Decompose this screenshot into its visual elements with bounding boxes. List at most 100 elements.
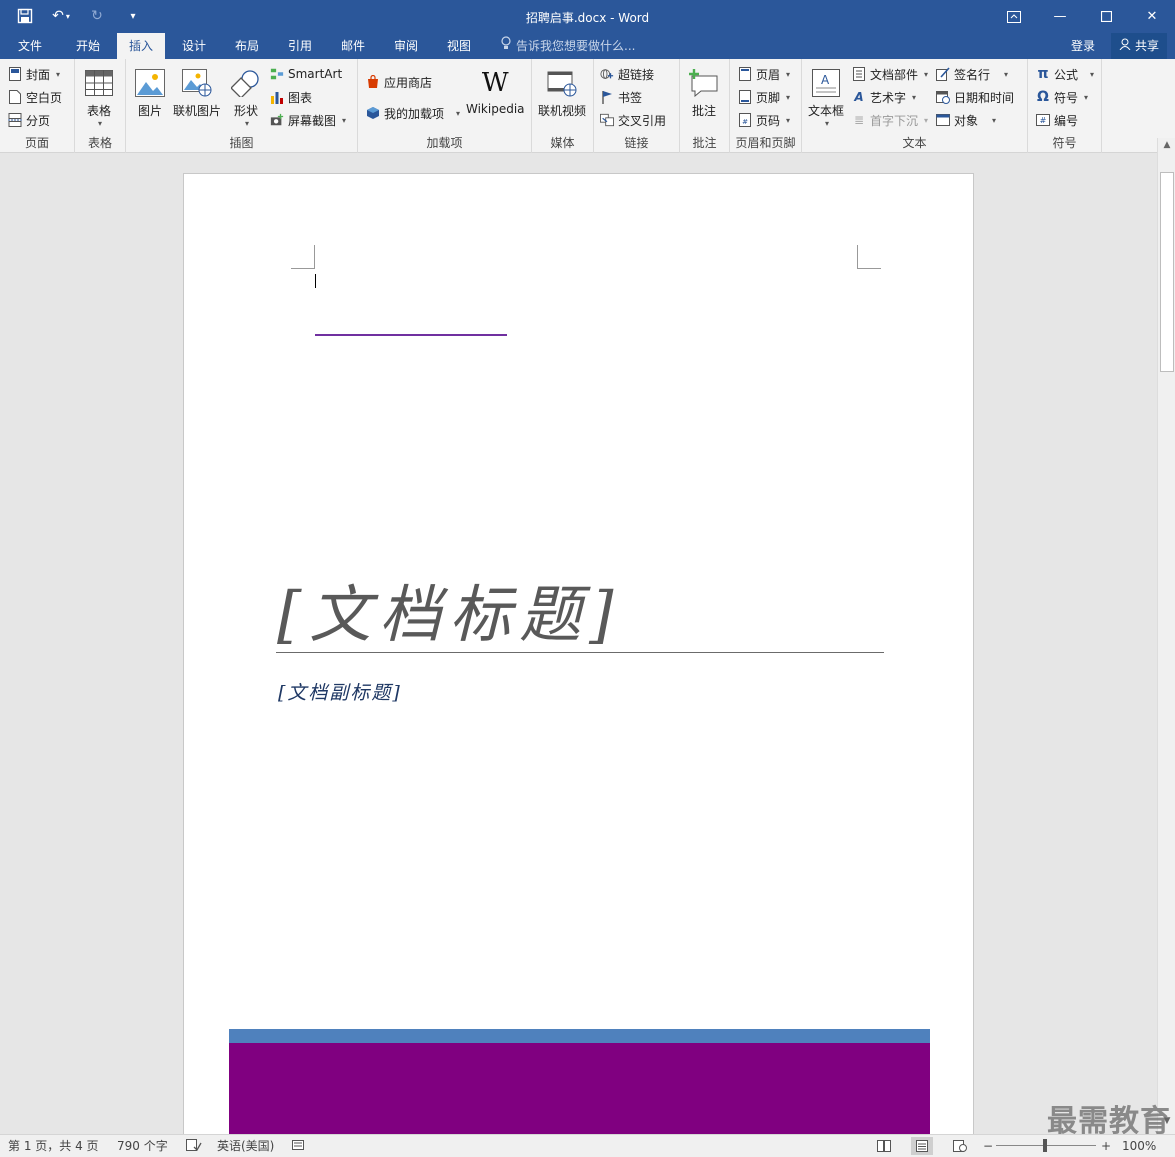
picture-button[interactable]: 图片 [134, 67, 166, 119]
hyperlink-icon [600, 67, 614, 81]
group-illustrations: 图片 联机图片 形状 ▾ SmartArt 图表 屏幕截图 ▾ 插图 [126, 59, 358, 153]
blank-page-button[interactable]: 空白页 [8, 87, 62, 107]
title-bar: ↶ ▾ ↻ ▾ 招聘启事.docx - Word — ✕ [0, 0, 1175, 33]
group-label-tables: 表格 [87, 136, 112, 150]
quick-parts-button[interactable]: 文档部件 ▾ [852, 64, 928, 84]
tell-me-text: 告诉我您想要做什么... [516, 39, 636, 53]
web-layout-icon[interactable] [949, 1137, 971, 1155]
table-icon [83, 67, 115, 99]
maximize-icon[interactable] [1083, 0, 1129, 33]
footer-button[interactable]: 页脚 ▾ [738, 87, 790, 107]
chart-button[interactable]: 图表 [270, 87, 312, 107]
proofing-icon[interactable] [186, 1138, 202, 1154]
omega-icon: Ω [1037, 89, 1049, 105]
close-icon[interactable]: ✕ [1129, 0, 1175, 33]
textbox-button[interactable]: A 文本框 ▾ [808, 67, 844, 128]
group-label-media: 媒体 [550, 136, 575, 150]
smartart-button[interactable]: SmartArt [270, 64, 342, 84]
date-time-button[interactable]: 日期和时间 [936, 87, 1014, 107]
hyperlink-button[interactable]: 超链接 [600, 64, 654, 84]
group-label-comments: 批注 [692, 136, 717, 150]
login-link[interactable]: 登录 [1071, 33, 1095, 59]
macro-record-icon[interactable] [292, 1138, 306, 1154]
my-addins-button[interactable]: 我的加载项 ▾ [366, 103, 460, 123]
status-bar: 第 1 页，共 4 页 790 个字 英语(美国) − + 100% [0, 1134, 1175, 1157]
group-pages: 封面 ▾ 空白页 分页 页面 [0, 59, 75, 153]
number-button[interactable]: # 编号 [1036, 110, 1078, 130]
header-button[interactable]: 页眉 ▾ [738, 64, 790, 84]
print-layout-icon[interactable] [911, 1137, 933, 1155]
page-number-button[interactable]: # 页码 ▾ [738, 110, 790, 130]
zoom-level[interactable]: 100% [1122, 1138, 1156, 1154]
read-mode-icon[interactable] [873, 1137, 895, 1155]
window-controls: — ✕ [991, 0, 1175, 33]
document-subtitle-placeholder[interactable]: [文档副标题] [278, 678, 402, 705]
tab-file[interactable]: 文件 [6, 33, 54, 59]
language[interactable]: 英语(美国) [217, 1138, 274, 1154]
drop-cap-button[interactable]: ≣ 首字下沉 ▾ [852, 110, 928, 130]
screenshot-icon [270, 113, 284, 127]
online-picture-button[interactable]: 联机图片 [173, 67, 221, 119]
title-underline [276, 652, 884, 653]
wordart-icon: A [854, 90, 864, 104]
page-break-button[interactable]: 分页 [8, 110, 50, 130]
tab-home[interactable]: 开始 [64, 33, 112, 59]
wordart-button[interactable]: A 艺术字 ▾ [852, 87, 916, 107]
shapes-icon [230, 67, 262, 99]
symbol-button[interactable]: Ω 符号 ▾ [1036, 87, 1088, 107]
ribbon-display-options-icon[interactable] [991, 0, 1037, 33]
document-page[interactable]: [文档标题] [文档副标题] [183, 173, 974, 1134]
table-button[interactable]: 表格 ▾ [83, 67, 115, 128]
zoom-out-button[interactable]: − [983, 1138, 993, 1154]
person-icon [1119, 33, 1131, 59]
scrollbar-thumb[interactable] [1160, 172, 1174, 372]
minimize-icon[interactable]: — [1037, 0, 1083, 33]
tab-review[interactable]: 审阅 [382, 33, 430, 59]
vertical-scrollbar[interactable]: ▲ ▼ [1157, 138, 1175, 1134]
signature-line-button[interactable]: 签名行 ▾ [936, 64, 1008, 84]
scroll-up-icon[interactable]: ▲ [1158, 140, 1175, 156]
equation-button[interactable]: π 公式 ▾ [1036, 64, 1094, 84]
tab-design[interactable]: 设计 [170, 33, 218, 59]
zoom-slider-thumb[interactable] [1043, 1139, 1047, 1152]
share-label: 共享 [1134, 39, 1159, 53]
shapes-button[interactable]: 形状 ▾ [230, 67, 262, 128]
chevron-down-icon: ▾ [825, 119, 830, 128]
group-label-addins: 加载项 [426, 136, 463, 150]
screenshot-button[interactable]: 屏幕截图 ▾ [270, 110, 346, 130]
margin-corner-top-right [857, 245, 881, 269]
wikipedia-button[interactable]: W Wikipedia [466, 67, 525, 116]
page-break-icon [8, 113, 22, 127]
group-label-header-footer: 页眉和页脚 [735, 136, 796, 150]
pi-icon: π [1037, 66, 1049, 82]
word-count[interactable]: 790 个字 [117, 1138, 168, 1154]
svg-text:#: # [742, 118, 748, 126]
cross-reference-button[interactable]: 交叉引用 [600, 110, 666, 130]
page-number-icon: # [738, 113, 752, 127]
quick-parts-icon [852, 67, 866, 81]
chart-icon [270, 90, 284, 104]
tab-mailings[interactable]: 邮件 [329, 33, 377, 59]
tab-layout[interactable]: 布局 [223, 33, 271, 59]
store-button[interactable]: 应用商店 [366, 72, 432, 92]
cross-reference-icon [600, 113, 614, 127]
tell-me-search[interactable]: 告诉我您想要做什么... [500, 33, 635, 59]
tab-insert[interactable]: 插入 [117, 33, 166, 59]
document-area[interactable]: [文档标题] [文档副标题] [0, 153, 1157, 1134]
tab-view[interactable]: 视图 [435, 33, 483, 59]
new-comment-button[interactable]: 批注 [688, 67, 720, 119]
share-button[interactable]: 共享 [1110, 33, 1167, 59]
group-text: A 文本框 ▾ 文档部件 ▾ A 艺术字 ▾ ≣ 首字下沉 ▾ 签名行 ▾ 日期和时间 … [802, 59, 1028, 153]
object-button[interactable]: 对象 ▾ [936, 110, 996, 130]
cover-page-button[interactable]: 封面 ▾ [8, 64, 60, 84]
margin-corner-top-left [291, 245, 315, 269]
bookmark-button[interactable]: 书签 [600, 87, 642, 107]
document-title-placeholder[interactable]: [文档标题] [277, 564, 621, 654]
tab-references[interactable]: 引用 [276, 33, 324, 59]
group-media: 联机视频 媒体 [532, 59, 594, 153]
page-info[interactable]: 第 1 页，共 4 页 [8, 1138, 99, 1154]
cover-band-purple [229, 1043, 930, 1134]
online-video-button[interactable]: 联机视频 [538, 67, 586, 119]
svg-text:A: A [821, 73, 830, 87]
zoom-in-button[interactable]: + [1101, 1138, 1111, 1154]
